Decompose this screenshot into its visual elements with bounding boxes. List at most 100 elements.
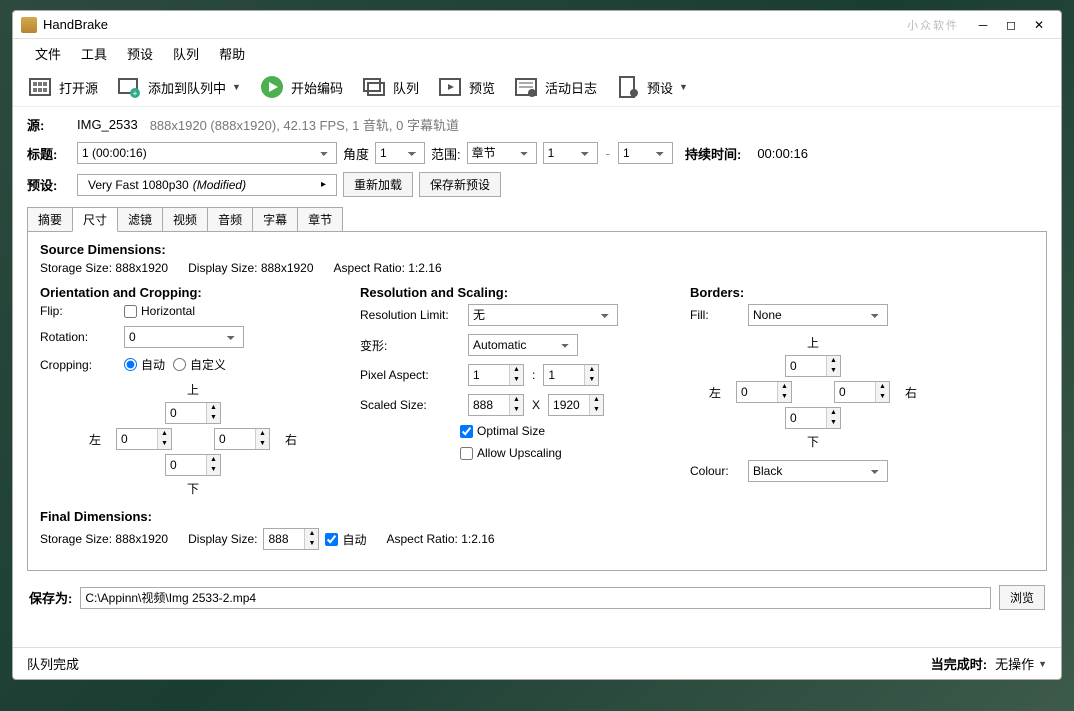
when-done-value[interactable]: 无操作 ▼	[995, 654, 1047, 673]
menu-help[interactable]: 帮助	[211, 42, 253, 65]
menu-presets[interactable]: 预设	[119, 42, 161, 65]
film-icon	[27, 74, 53, 100]
angle-select[interactable]: 1	[375, 142, 425, 164]
save-path-input[interactable]	[80, 587, 991, 609]
save-as-label: 保存为:	[29, 588, 72, 607]
tab-dimensions[interactable]: 尺寸	[72, 207, 118, 232]
tb-start-encode[interactable]: 开始编码	[259, 74, 353, 100]
crop-left-input[interactable]: ▲▼	[116, 428, 172, 450]
add-queue-icon: +	[116, 74, 142, 100]
tb-add-queue[interactable]: + 添加到队列中 ▼	[116, 74, 251, 100]
final-storage-label: Storage Size:	[40, 532, 112, 546]
tb-activity[interactable]: 活动日志	[513, 74, 607, 100]
close-button[interactable]: ✕	[1025, 15, 1053, 35]
preset-button[interactable]: Very Fast 1080p30 (Modified) ▸	[77, 174, 337, 196]
crop-top-input[interactable]: ▲▼	[165, 402, 221, 424]
presets-icon	[615, 74, 641, 100]
par-x-input[interactable]: ▲▼	[468, 364, 524, 386]
chevron-right-icon: ▸	[321, 179, 326, 190]
border-bottom-label: 下	[807, 433, 819, 450]
flip-label: Flip:	[40, 304, 116, 318]
crop-bottom-input[interactable]: ▲▼	[165, 454, 221, 476]
flip-horizontal-check[interactable]: Horizontal	[124, 304, 195, 318]
orient-title: Orientation and Cropping:	[40, 285, 300, 300]
save-preset-button[interactable]: 保存新预设	[419, 172, 501, 197]
tb-preview-label: 预览	[469, 78, 495, 97]
tab-subtitles[interactable]: 字幕	[252, 207, 298, 232]
rotation-select[interactable]: 0	[124, 326, 244, 348]
tab-chapters[interactable]: 章节	[297, 207, 343, 232]
res-limit-label: Resolution Limit:	[360, 308, 460, 322]
chevron-down-icon: ▼	[1038, 659, 1047, 669]
tab-summary[interactable]: 摘要	[27, 207, 73, 232]
final-storage: 888x1920	[115, 532, 168, 546]
tab-filters[interactable]: 滤镜	[117, 207, 163, 232]
par-colon: :	[532, 368, 535, 382]
final-display-input[interactable]: ▲▼	[263, 528, 319, 550]
titlebar: HandBrake 小众软件 ─ ◻ ✕	[13, 11, 1061, 39]
crop-custom-radio[interactable]: 自定义	[173, 356, 226, 373]
anamorphic-select[interactable]: Automatic	[468, 334, 578, 356]
when-done-label: 当完成时:	[931, 654, 987, 673]
chevron-down-icon: ▼	[679, 82, 688, 92]
final-dim-title: Final Dimensions:	[40, 509, 1034, 524]
res-limit-select[interactable]: 无	[468, 304, 618, 326]
display-size-label: Display Size:	[188, 261, 257, 275]
preset-name: Very Fast 1080p30	[88, 178, 189, 192]
range-end-select[interactable]: 1	[618, 142, 673, 164]
angle-label: 角度	[343, 144, 369, 163]
border-bottom-input[interactable]: ▲▼	[785, 407, 841, 429]
border-right-label: 右	[905, 384, 917, 401]
app-title: HandBrake	[43, 17, 108, 32]
title-select[interactable]: 1 (00:00:16)	[77, 142, 337, 164]
range-type-select[interactable]: 章节	[467, 142, 537, 164]
border-left-input[interactable]: ▲▼	[736, 381, 792, 403]
res-title: Resolution and Scaling:	[360, 285, 620, 300]
tb-start-label: 开始编码	[291, 78, 343, 97]
reload-preset-button[interactable]: 重新加载	[343, 172, 413, 197]
border-right-input[interactable]: ▲▼	[834, 381, 890, 403]
scaled-w-input[interactable]: ▲▼	[468, 394, 524, 416]
menubar: 文件 工具 预设 队列 帮助	[13, 39, 1061, 68]
menu-file[interactable]: 文件	[27, 42, 69, 65]
scaled-size-label: Scaled Size:	[360, 398, 460, 412]
source-name: IMG_2533	[77, 117, 138, 132]
crop-right-input[interactable]: ▲▼	[214, 428, 270, 450]
range-start-select[interactable]: 1	[543, 142, 598, 164]
tb-open-source[interactable]: 打开源	[27, 74, 108, 100]
tb-add-queue-label: 添加到队列中	[148, 78, 226, 97]
tab-audio[interactable]: 音频	[207, 207, 253, 232]
tab-panel-dimensions: Source Dimensions: Storage Size: 888x192…	[27, 231, 1047, 571]
colour-select[interactable]: Black	[748, 460, 888, 482]
allow-upscaling-check[interactable]: Allow Upscaling	[460, 446, 562, 460]
border-left-label: 左	[709, 384, 721, 401]
toolbar: 打开源 + 添加到队列中 ▼ 开始编码 队列 预览 活动日志 预设 ▼	[13, 68, 1061, 107]
tb-preview[interactable]: 预览	[437, 74, 505, 100]
tabs: 摘要 尺寸 滤镜 视频 音频 字幕 章节	[27, 207, 1047, 232]
range-label: 范围:	[431, 144, 461, 163]
maximize-button[interactable]: ◻	[997, 15, 1025, 35]
crop-auto-radio[interactable]: 自动	[124, 356, 165, 373]
crop-right-label: 右	[285, 431, 297, 448]
menu-tools[interactable]: 工具	[73, 42, 115, 65]
tb-presets[interactable]: 预设 ▼	[615, 74, 698, 100]
crop-top-label: 上	[187, 381, 199, 398]
border-top-input[interactable]: ▲▼	[785, 355, 841, 377]
final-auto-check[interactable]: 自动	[325, 531, 366, 548]
fill-select[interactable]: None	[748, 304, 888, 326]
colour-label: Colour:	[690, 464, 740, 478]
preview-icon	[437, 74, 463, 100]
menu-queue[interactable]: 队列	[165, 42, 207, 65]
minimize-button[interactable]: ─	[969, 15, 997, 35]
tb-presets-label: 预设	[647, 78, 673, 97]
tab-video[interactable]: 视频	[162, 207, 208, 232]
scaled-h-input[interactable]: ▲▼	[548, 394, 604, 416]
optimal-size-check[interactable]: Optimal Size	[460, 424, 545, 438]
browse-button[interactable]: 浏览	[999, 585, 1045, 610]
storage-size: 888x1920	[115, 261, 168, 275]
tb-activity-label: 活动日志	[545, 78, 597, 97]
final-aspect: 1:2.16	[461, 532, 494, 546]
tb-queue[interactable]: 队列	[361, 74, 429, 100]
par-y-input[interactable]: ▲▼	[543, 364, 599, 386]
play-icon	[259, 74, 285, 100]
